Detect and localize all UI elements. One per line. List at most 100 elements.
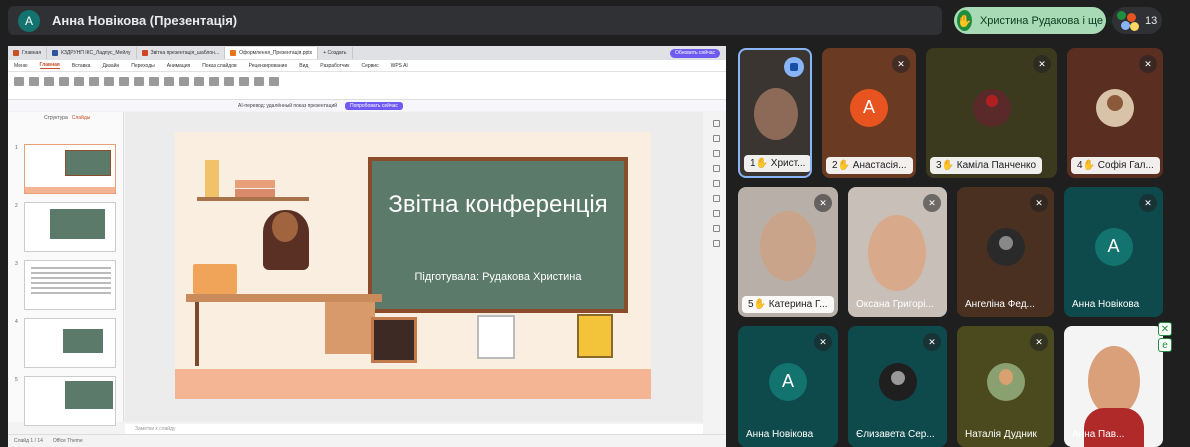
slide[interactable]: Звітна конференція Підготувала: Рудакова… xyxy=(175,132,651,399)
video-feed xyxy=(754,88,798,140)
mic-off-icon: ✕ xyxy=(1139,194,1157,212)
hand-icon: ✋ xyxy=(957,10,972,31)
raised-hands-label: Христина Рудакова і ще 4 xyxy=(979,14,1113,27)
tool-icon[interactable] xyxy=(713,135,720,142)
slide-thumbnail[interactable]: 3 xyxy=(15,260,116,310)
ribbon-button[interactable] xyxy=(44,76,54,95)
tool-icon[interactable] xyxy=(713,150,720,157)
ribbon-button[interactable] xyxy=(74,76,84,95)
slide-notes[interactable]: Заметки к слайду xyxy=(125,424,703,434)
ai-notice-text: AI-перевод: удалённый показ презентаций xyxy=(238,102,338,109)
ribbon-button[interactable] xyxy=(149,76,159,95)
ribbon-button[interactable] xyxy=(164,76,174,95)
menu-item[interactable]: Переходы xyxy=(131,63,154,69)
tool-icon[interactable] xyxy=(713,210,720,217)
menu-item[interactable]: Дизайн xyxy=(102,63,119,69)
tool-icon[interactable] xyxy=(713,180,720,187)
participants-button[interactable]: 13 xyxy=(1112,7,1162,34)
browser-tab[interactable]: Главная xyxy=(8,47,48,59)
menu-item[interactable]: Вставка xyxy=(72,63,91,69)
desk-drawer xyxy=(325,302,375,354)
participant-avatar xyxy=(1096,88,1134,127)
try-now-button[interactable]: Попробовать сейчас xyxy=(345,101,403,110)
participant-name: 5✋ Катерина Г... xyxy=(742,296,834,313)
participant-tile[interactable]: Анна Пав... xyxy=(1064,326,1163,447)
theme-name: Office Theme xyxy=(52,438,83,444)
participant-tile[interactable]: 1✋ Христ... xyxy=(738,48,812,178)
slide-thumbnail[interactable]: 4 xyxy=(15,318,116,368)
slide-floor xyxy=(175,369,651,399)
teacher-face xyxy=(272,212,298,242)
ribbon-button[interactable] xyxy=(209,76,219,95)
tool-icon[interactable] xyxy=(713,165,720,172)
mic-off-icon: ✕ xyxy=(1030,194,1048,212)
mic-off-icon: ✕ xyxy=(892,55,910,73)
menu-item[interactable]: Меню xyxy=(14,63,28,69)
speaking-indicator-icon xyxy=(784,57,804,77)
ribbon-button[interactable] xyxy=(239,76,249,95)
new-tab-button[interactable]: + Создать xyxy=(318,47,353,59)
browser-tab-label: Главная xyxy=(22,50,42,56)
ribbon-button[interactable] xyxy=(89,76,99,95)
ribbon-button[interactable] xyxy=(134,76,144,95)
tool-icon[interactable] xyxy=(713,240,720,247)
presentation-title: Анна Новікова (Презентація) xyxy=(52,13,238,28)
ribbon-button[interactable] xyxy=(119,76,129,95)
ribbon-button[interactable] xyxy=(59,76,69,95)
participant-tile[interactable]: ✕ 3✋ Каміла Панченко xyxy=(926,48,1057,178)
participant-name: Наталія Дудник xyxy=(965,429,1037,440)
slides-tab[interactable]: Слайды xyxy=(72,115,91,121)
participant-tile[interactable]: ✕ A 2✋ Анастасія... xyxy=(822,48,916,178)
tool-icon[interactable] xyxy=(713,120,720,127)
browser-tab[interactable]: Оформлення_Презентація.pptx xyxy=(225,47,319,59)
ribbon-button[interactable] xyxy=(254,76,264,95)
participant-avatar xyxy=(986,362,1025,401)
thumbnail-panel-tabs: Структура Слайды xyxy=(8,112,123,124)
raised-hands-button[interactable]: ✋ Христина Рудакова і ще 4 xyxy=(954,7,1112,34)
menu-item-active[interactable]: Главная xyxy=(39,62,60,69)
browser-tab[interactable]: КЗДРУНП ІКС_Ладпус_Мейлу xyxy=(47,47,137,59)
participant-tile[interactable]: ✕ A Анна Новікова xyxy=(1064,187,1163,317)
participant-tile[interactable]: ✕ A Анна Новікова xyxy=(738,326,838,447)
participant-tile[interactable]: ✕ Єлизавета Сер... xyxy=(848,326,947,447)
menu-item[interactable]: Вид xyxy=(299,63,308,69)
ribbon-button[interactable] xyxy=(194,76,204,95)
tool-icon[interactable] xyxy=(713,195,720,202)
menu-item[interactable]: Разработчик xyxy=(320,63,349,69)
menu-item[interactable]: Анимация xyxy=(167,63,190,69)
participant-tile[interactable]: ✕ 4✋ Софія Гал... xyxy=(1067,48,1163,178)
slide-number: 2 xyxy=(15,203,18,209)
corkboard-illustration xyxy=(371,317,417,363)
ribbon-button[interactable] xyxy=(104,76,114,95)
tool-icon[interactable] xyxy=(713,225,720,232)
ribbon-button[interactable] xyxy=(29,76,39,95)
menu-item[interactable]: Показ слайдов xyxy=(202,63,236,69)
browser-tab[interactable]: Звітна презентація_шаблон... xyxy=(137,47,226,59)
slide-thumbnail[interactable]: 5 xyxy=(15,376,116,426)
ribbon-button[interactable] xyxy=(179,76,189,95)
ribbon-button[interactable] xyxy=(269,76,279,95)
participant-tile[interactable]: ✕ Наталія Дудник xyxy=(957,326,1054,447)
ribbon-button[interactable] xyxy=(14,76,24,95)
mic-off-icon: ✕ xyxy=(1033,55,1051,73)
mic-off-icon: ✕ xyxy=(814,194,832,212)
ribbon-button[interactable] xyxy=(224,76,234,95)
slide-title: Звітна конференція xyxy=(388,191,608,218)
meet-window: A Анна Новікова (Презентація) ✋ Христина… xyxy=(0,0,1190,447)
participant-tile[interactable]: ✕ Оксана Григорі... xyxy=(848,187,947,317)
participant-name: 1✋ Христ... xyxy=(744,155,810,172)
slide-thumbnail[interactable]: 2 xyxy=(15,202,116,252)
presentation-header-bar: A Анна Новікова (Презентація) xyxy=(8,6,942,35)
outline-tab[interactable]: Структура xyxy=(44,115,68,121)
menu-item[interactable]: Сервис xyxy=(361,63,378,69)
video-feed xyxy=(760,211,816,281)
participant-tile[interactable]: ✕ 5✋ Катерина Г... xyxy=(738,187,838,317)
slide-thumbnail[interactable]: 1 xyxy=(15,144,116,194)
slide-number: 5 xyxy=(15,377,18,383)
close-icon[interactable]: ✕ xyxy=(1158,322,1172,336)
update-now-button[interactable]: Обновить сейчас xyxy=(670,48,720,58)
extension-icon[interactable]: e xyxy=(1158,338,1172,352)
menu-item[interactable]: WPS AI xyxy=(391,63,408,69)
menu-item[interactable]: Рецензирование xyxy=(249,63,288,69)
participant-tile[interactable]: ✕ Ангеліна Фед... xyxy=(957,187,1054,317)
